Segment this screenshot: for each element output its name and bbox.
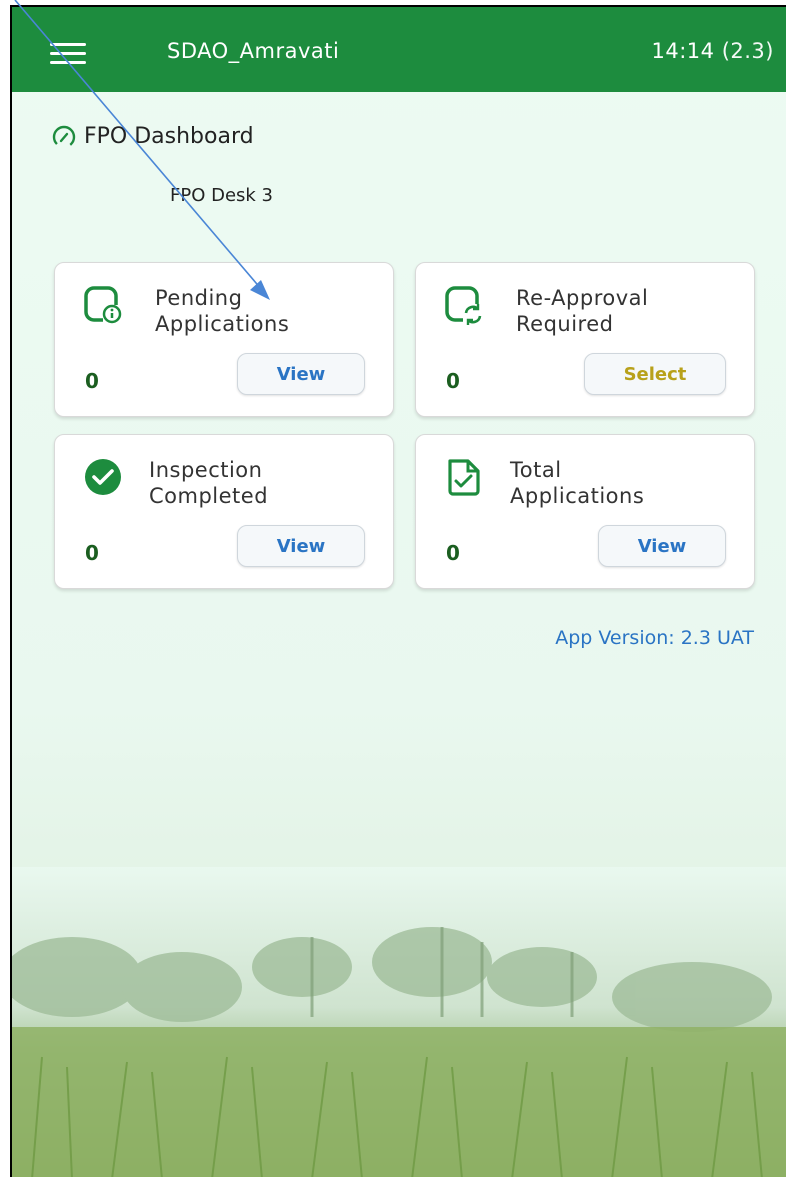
re-approval-select-button[interactable]: Select xyxy=(584,353,726,395)
card-count: 0 xyxy=(85,541,99,565)
pending-view-button[interactable]: View xyxy=(237,353,365,395)
check-circle-icon xyxy=(85,459,121,495)
card-label-line2: Required xyxy=(516,312,614,336)
document-info-icon xyxy=(84,286,122,324)
re-approval-card: Re-Approval Required 0 Select xyxy=(415,262,755,417)
card-label: Pending Applications xyxy=(155,285,289,337)
card-label-line1: Re-Approval xyxy=(516,286,649,310)
app-screen: SDAO_Amravati 14:14 (2.3) FPO Dashboard … xyxy=(10,5,786,1177)
app-bar: SDAO_Amravati 14:14 (2.3) xyxy=(12,7,786,92)
total-applications-card: Total Applications 0 View xyxy=(415,434,755,589)
card-label: Inspection Completed xyxy=(149,457,268,509)
card-label-line2: Applications xyxy=(155,312,290,336)
app-bar-time: 14:14 (2.3) xyxy=(651,39,774,63)
card-label-line2: Applications xyxy=(510,484,645,508)
total-view-button[interactable]: View xyxy=(598,525,726,567)
card-label-line1: Total xyxy=(510,458,562,482)
card-label-line1: Inspection xyxy=(149,458,263,482)
card-label-line1: Pending xyxy=(155,286,243,310)
card-count: 0 xyxy=(446,369,460,393)
version-badge: (2.3) xyxy=(721,39,774,63)
app-bar-title: SDAO_Amravati xyxy=(167,39,340,63)
app-version-text: App Version: 2.3 UAT xyxy=(555,627,754,649)
page-title: FPO Dashboard xyxy=(52,124,254,149)
desk-subtitle: FPO Desk 3 xyxy=(170,185,274,206)
dashboard-title: FPO Dashboard xyxy=(84,124,254,149)
document-refresh-icon xyxy=(445,286,483,325)
clock-time: 14:14 xyxy=(651,39,715,63)
document-check-icon xyxy=(448,459,480,496)
speedometer-icon xyxy=(52,125,76,148)
card-label: Total Applications xyxy=(510,457,644,509)
pending-applications-card: Pending Applications 0 View xyxy=(54,262,394,417)
inspection-completed-card: Inspection Completed 0 View xyxy=(54,434,394,589)
hamburger-menu-icon[interactable] xyxy=(50,43,86,65)
card-count: 0 xyxy=(85,369,99,393)
card-label-line2: Completed xyxy=(149,484,269,508)
card-label: Re-Approval Required xyxy=(516,285,648,337)
inspection-view-button[interactable]: View xyxy=(237,525,365,567)
card-count: 0 xyxy=(446,541,460,565)
field-background-image xyxy=(12,867,786,1177)
